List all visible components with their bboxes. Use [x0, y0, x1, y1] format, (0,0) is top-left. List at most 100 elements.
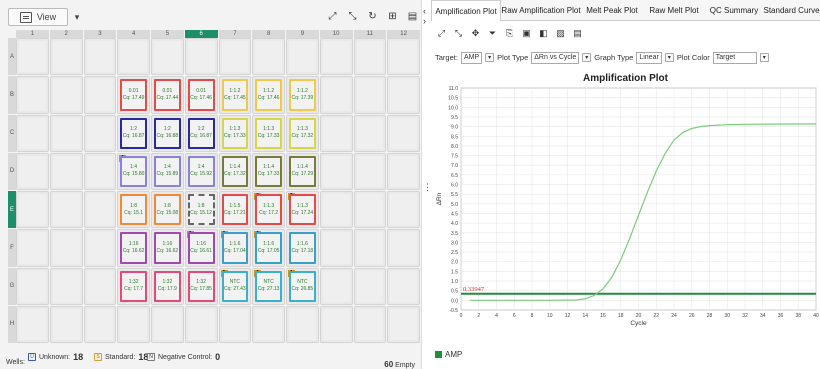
well-B4[interactable]: 0.01 Cq: 17.49: [117, 76, 150, 114]
well-F12[interactable]: [387, 229, 420, 267]
well-A5[interactable]: [151, 38, 184, 76]
chevron-down-icon[interactable]: ▾: [70, 10, 84, 24]
well-B11[interactable]: [353, 76, 387, 114]
tab-standard-curve[interactable]: Standard Curve: [763, 0, 820, 21]
plot-color-select[interactable]: Target: [712, 51, 757, 64]
well-C12[interactable]: [387, 114, 420, 152]
copy-icon[interactable]: ⎘: [503, 27, 516, 40]
tab-qc-summary[interactable]: QC Summary: [705, 0, 763, 21]
well-G3[interactable]: [83, 267, 117, 305]
well-G4[interactable]: 1:32 Cq: 17.7: [117, 267, 150, 305]
chevron-down-icon[interactable]: ▾: [582, 53, 592, 62]
export-icon[interactable]: ▤: [571, 27, 584, 40]
well-E10[interactable]: [319, 191, 353, 229]
well-F5[interactable]: 1:16 Cq: 16.62: [151, 229, 184, 267]
tab-raw-melt-plot[interactable]: Raw Melt Plot: [643, 0, 705, 21]
well-A3[interactable]: [83, 38, 117, 76]
well-H4[interactable]: [117, 305, 150, 343]
well-H8[interactable]: [252, 305, 285, 343]
well-C3[interactable]: [83, 114, 117, 152]
column-header-6[interactable]: 6: [184, 30, 218, 38]
well-F8[interactable]: 11:1.6Cq: 17.05: [252, 229, 285, 267]
well-D10[interactable]: [319, 152, 353, 190]
pan-icon[interactable]: ✥: [469, 27, 482, 40]
well-C6[interactable]: 1:2 Cq: 16.87: [184, 114, 218, 152]
chevron-down-icon[interactable]: ▾: [759, 53, 769, 62]
well-B10[interactable]: [319, 76, 353, 114]
well-G10[interactable]: [319, 267, 353, 305]
well-G12[interactable]: [387, 267, 420, 305]
well-A10[interactable]: [319, 38, 353, 76]
plot-type-select[interactable]: ΔRn vs Cycle: [531, 51, 580, 64]
tab-amplification-plot[interactable]: Amplification Plot: [431, 0, 501, 21]
well-F3[interactable]: [83, 229, 117, 267]
well-D9[interactable]: 1:1.4 Cq: 17.29: [286, 152, 319, 190]
well-H9[interactable]: [286, 305, 319, 343]
well-B3[interactable]: [83, 76, 117, 114]
column-header-1[interactable]: 1: [16, 30, 49, 38]
well-E5[interactable]: 1:8 Cq: 15.08: [151, 191, 184, 229]
save-icon[interactable]: ▣: [520, 27, 533, 40]
well-F10[interactable]: [319, 229, 353, 267]
filter-icon[interactable]: ⏷: [486, 27, 499, 40]
well-B6[interactable]: 0.01 Cq: 17.46: [184, 76, 218, 114]
well-H10[interactable]: [319, 305, 353, 343]
well-H1[interactable]: [16, 305, 49, 343]
well-B8[interactable]: 1:1.2 Cq: 17.46: [252, 76, 285, 114]
well-G8[interactable]: 1NTCCq: 27.13: [252, 267, 285, 305]
well-B1[interactable]: [16, 76, 49, 114]
column-header-8[interactable]: 8: [252, 30, 285, 38]
column-header-4[interactable]: 4: [117, 30, 150, 38]
row-header-G[interactable]: G: [8, 267, 16, 305]
well-D8[interactable]: 1:1.4 Cq: 17.33: [252, 152, 285, 190]
well-G11[interactable]: [353, 267, 387, 305]
well-E9[interactable]: 11:1.3Cq: 17.24: [286, 191, 319, 229]
plate-view-menu[interactable]: View: [8, 8, 68, 26]
well-H12[interactable]: [387, 305, 420, 343]
row-header-B[interactable]: B: [8, 76, 16, 114]
well-D1[interactable]: [16, 152, 49, 190]
expand-icon[interactable]: ⤢: [324, 8, 341, 25]
well-E4[interactable]: 1:8 Cq: 15.1: [117, 191, 150, 229]
row-header-A[interactable]: A: [8, 38, 16, 76]
well-C9[interactable]: 1:1.3 Cq: 17.32: [286, 114, 319, 152]
chevron-down-icon[interactable]: ▾: [664, 53, 674, 62]
image-icon[interactable]: ▨: [554, 27, 567, 40]
chevron-down-icon[interactable]: ▾: [485, 53, 495, 62]
row-header-E[interactable]: E: [8, 191, 16, 229]
collapse-icon[interactable]: ⤡: [344, 8, 361, 25]
well-E11[interactable]: [353, 191, 387, 229]
well-D3[interactable]: [83, 152, 117, 190]
well-A6[interactable]: [184, 38, 218, 76]
well-D5[interactable]: 1:4 Cq: 15.89: [151, 152, 184, 190]
column-header-10[interactable]: 10: [319, 30, 353, 38]
column-header-12[interactable]: 12: [387, 30, 420, 38]
well-C4[interactable]: 1:2 Cq: 16.87: [117, 114, 150, 152]
well-H11[interactable]: [353, 305, 387, 343]
well-G5[interactable]: 1:32 Cq: 17.9: [151, 267, 184, 305]
well-D6[interactable]: 1:4 Cq: 15.92: [184, 152, 218, 190]
well-E1[interactable]: [16, 191, 49, 229]
column-header-2[interactable]: 2: [49, 30, 83, 38]
tab-raw-amplification-plot[interactable]: Raw Amplification Plot: [501, 0, 581, 21]
well-A1[interactable]: [16, 38, 49, 76]
row-header-C[interactable]: C: [8, 114, 16, 152]
toggle-icon[interactable]: ◧: [537, 27, 550, 40]
well-H5[interactable]: [151, 305, 184, 343]
well-B5[interactable]: 0.01 Cq: 17.44: [151, 76, 184, 114]
well-A8[interactable]: [252, 38, 285, 76]
chevron-left-icon[interactable]: ‹: [423, 6, 426, 16]
well-H7[interactable]: [218, 305, 252, 343]
well-F2[interactable]: [49, 229, 83, 267]
well-F6[interactable]: 11:16Cq: 16.61: [184, 229, 218, 267]
row-header-H[interactable]: H: [8, 305, 16, 343]
well-D11[interactable]: [353, 152, 387, 190]
table-view-icon[interactable]: ▤: [404, 8, 421, 25]
well-G9[interactable]: 1NTCCq: 26.85: [286, 267, 319, 305]
well-C11[interactable]: [353, 114, 387, 152]
well-F1[interactable]: [16, 229, 49, 267]
well-G2[interactable]: [49, 267, 83, 305]
well-B7[interactable]: 1:1.2 Cq: 17.45: [218, 76, 252, 114]
column-header-7[interactable]: 7: [218, 30, 252, 38]
well-B9[interactable]: 1:1.2 Cq: 17.39: [286, 76, 319, 114]
